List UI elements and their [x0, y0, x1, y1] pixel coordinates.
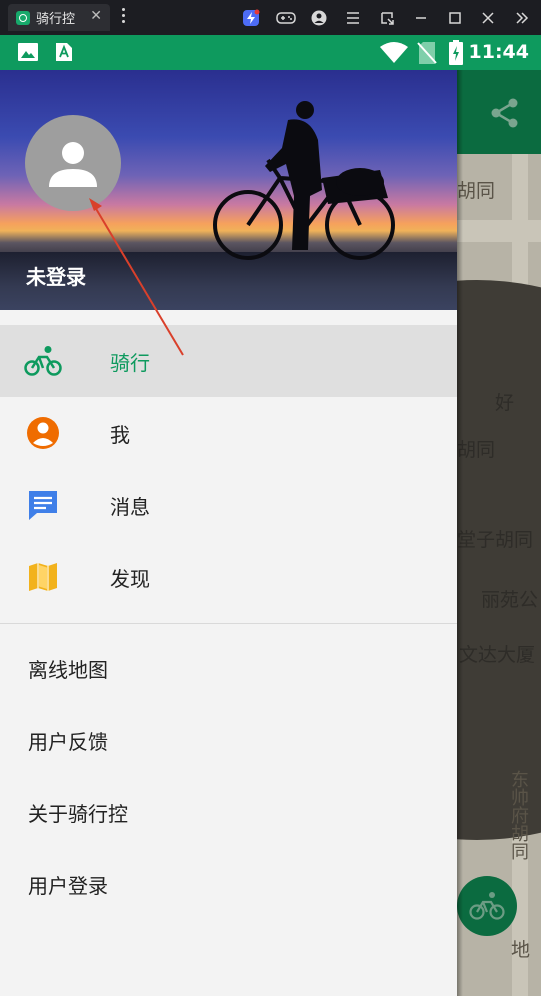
- map-label: 丽苑公: [481, 589, 539, 611]
- person-circle-icon: [24, 415, 62, 451]
- drawer-menu: 骑行 我 消息 发现: [0, 325, 457, 624]
- menu-item-feedback[interactable]: 用户反馈: [0, 704, 457, 776]
- menu-item-about[interactable]: 关于骑行控: [0, 776, 457, 848]
- menu-item-discover[interactable]: 发现: [0, 541, 457, 613]
- search-radius-circle: [457, 280, 541, 840]
- ride-fab[interactable]: [457, 876, 517, 936]
- menu-item-label: 发现: [110, 566, 150, 591]
- account-icon[interactable]: [310, 9, 328, 27]
- share-icon[interactable]: [490, 97, 520, 133]
- map-label: 文达大厦: [459, 644, 536, 666]
- drawer-shadow: [457, 70, 463, 996]
- bolt-icon[interactable]: [242, 9, 260, 27]
- emulator-titlebar: 骑行控 ✕: [0, 0, 541, 35]
- menu-item-offline-map[interactable]: 离线地图: [0, 632, 457, 704]
- drawer-header: 未登录: [0, 70, 457, 310]
- wifi-icon: [380, 42, 408, 68]
- map-label: 东帅府胡同: [508, 770, 529, 860]
- drawer-secondary-menu: 离线地图 用户反馈 关于骑行控 用户登录: [0, 632, 457, 920]
- status-bar: 11:44: [0, 35, 541, 70]
- map-label: 堂子胡同: [457, 529, 534, 551]
- map-label: 好: [495, 392, 515, 414]
- map-icon: [24, 559, 62, 595]
- more-vert-icon[interactable]: [122, 8, 126, 26]
- person-icon: [49, 142, 97, 187]
- maximize-icon[interactable]: [446, 9, 464, 27]
- menu-item-messages[interactable]: 消息: [0, 469, 457, 541]
- image-icon: [18, 43, 38, 65]
- bike-icon: [24, 343, 62, 379]
- menu-item-label: 我: [110, 422, 130, 447]
- menu-item-me[interactable]: 我: [0, 397, 457, 469]
- menu-divider: [0, 623, 457, 624]
- menu-item-login[interactable]: 用户登录: [0, 848, 457, 920]
- menu-item-ride[interactable]: 骑行: [0, 325, 457, 397]
- minimize-icon[interactable]: [412, 9, 430, 27]
- screen: 骑行控 ✕ 11:44 胡同 好 胡同 堂子胡同 丽苑公 文达大厦 东帅府胡同 …: [0, 0, 541, 996]
- user-name[interactable]: 未登录: [26, 261, 86, 290]
- expand-icon[interactable]: [513, 9, 531, 27]
- menu-item-label: 消息: [110, 494, 150, 519]
- app-bar: [457, 70, 541, 154]
- map-label: 地: [511, 939, 531, 961]
- gamepad-icon[interactable]: [276, 9, 296, 27]
- popout-icon[interactable]: [378, 9, 396, 27]
- avatar[interactable]: [25, 115, 121, 211]
- menu-item-label: 骑行: [110, 350, 150, 375]
- clock: 11:44: [468, 41, 529, 63]
- menu-icon[interactable]: [344, 9, 362, 27]
- map-road: [457, 220, 541, 242]
- tab-title: 骑行控: [36, 12, 76, 27]
- battery-charging-icon: [449, 40, 463, 69]
- close-icon[interactable]: [479, 9, 497, 27]
- tab-close-icon[interactable]: ✕: [90, 8, 102, 24]
- no-sim-icon: [417, 41, 437, 69]
- bike-icon: [469, 892, 505, 920]
- emulator-tab[interactable]: 骑行控 ✕: [8, 4, 110, 31]
- text-icon: [55, 42, 73, 66]
- navigation-drawer: 未登录 骑行 我 消息 发现 离线地图 用户反馈 关于骑行控 用户登录: [0, 70, 457, 996]
- map-view[interactable]: 胡同 好 胡同 堂子胡同 丽苑公 文达大厦 东帅府胡同 地: [457, 70, 541, 996]
- app-icon: [16, 10, 30, 25]
- message-icon: [24, 487, 62, 523]
- cyclist-silhouette: [213, 101, 395, 260]
